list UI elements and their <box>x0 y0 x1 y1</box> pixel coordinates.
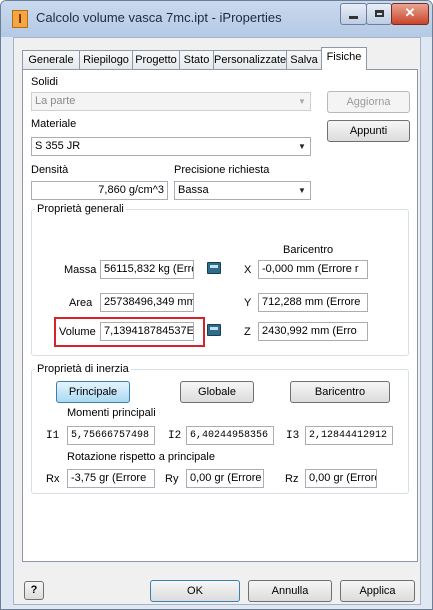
global-button[interactable]: Globale <box>180 381 254 403</box>
update-button[interactable]: Aggiorna <box>327 91 410 113</box>
tab-salva[interactable]: Salva <box>286 50 322 70</box>
volume-label: Volume <box>59 326 96 338</box>
help-button[interactable]: ? <box>24 581 44 600</box>
general-properties-title: Proprietà generali <box>35 203 126 215</box>
i3-label: I3 <box>286 430 300 442</box>
centroid-x-field[interactable]: -0,000 mm (Errore r <box>258 260 368 279</box>
ok-button[interactable]: OK <box>150 580 240 602</box>
solids-value: La parte <box>35 95 76 107</box>
i1-field[interactable]: 5,75666757498 <box>67 426 155 445</box>
i1-label: I1 <box>46 430 60 442</box>
i2-label: I2 <box>168 430 182 442</box>
centroid-label: Baricentro <box>283 244 334 256</box>
chevron-down-icon: ▼ <box>298 97 306 106</box>
chevron-down-icon: ▼ <box>298 142 306 151</box>
tab-fisiche[interactable]: Fisiche <box>321 47 367 70</box>
precision-dropdown[interactable]: Bassa ▼ <box>174 181 311 200</box>
ry-label: Ry <box>165 473 179 485</box>
tab-riepilogo[interactable]: Riepilogo <box>79 50 133 70</box>
app-icon: I <box>12 10 28 28</box>
area-label: Area <box>69 297 93 309</box>
volume-field[interactable]: 7,139418784537E+ <box>100 322 194 341</box>
precision-label: Precisione richiesta <box>174 164 270 176</box>
notes-button[interactable]: Appunti <box>327 120 410 142</box>
inertia-properties-title: Proprietà di inerzia <box>35 363 131 375</box>
tab-generale[interactable]: Generale <box>22 50 80 70</box>
mass-label: Massa <box>64 264 97 276</box>
rx-field[interactable]: -3,75 gr (Errore <box>67 469 155 488</box>
close-button[interactable]: ✕ <box>391 3 429 25</box>
precision-value: Bassa <box>178 184 209 196</box>
minimize-icon <box>349 16 358 19</box>
material-dropdown[interactable]: S 355 JR ▼ <box>31 137 311 156</box>
principal-button[interactable]: Principale <box>56 381 130 403</box>
material-value: S 355 JR <box>35 140 81 152</box>
chevron-down-icon: ▼ <box>298 186 306 195</box>
tab-progetto[interactable]: Progetto <box>132 50 180 70</box>
apply-button[interactable]: Applica <box>340 580 415 602</box>
mass-field[interactable]: 56115,832 kg (Erro <box>100 260 194 279</box>
maximize-icon <box>374 10 384 17</box>
x-label: X <box>244 264 252 276</box>
rz-field[interactable]: 0,00 gr (Errore <box>305 469 377 488</box>
window-title: Calcolo volume vasca 7mc.ipt - iProperti… <box>36 10 282 25</box>
area-field[interactable]: 25738496,349 mm^ <box>100 293 194 312</box>
centroid-z-field[interactable]: 2430,992 mm (Erro <box>258 322 368 341</box>
help-icon: ? <box>30 584 38 596</box>
calculator-icon[interactable] <box>207 262 221 274</box>
tab-stato[interactable]: Stato <box>179 50 214 70</box>
rz-label: Rz <box>285 473 299 485</box>
calculator-icon[interactable] <box>207 324 221 336</box>
density-field[interactable]: 7,860 g/cm^3 <box>31 181 168 200</box>
ry-field[interactable]: 0,00 gr (Errore <box>186 469 264 488</box>
material-label: Materiale <box>31 118 77 130</box>
cancel-button[interactable]: Annulla <box>248 580 332 602</box>
i2-field[interactable]: 6,40244958356 <box>186 426 274 445</box>
centroid-y-field[interactable]: 712,288 mm (Errore <box>258 293 368 312</box>
close-icon: ✕ <box>404 5 416 20</box>
principal-moments-label: Momenti principali <box>67 407 156 419</box>
z-label: Z <box>244 326 251 338</box>
tab-personalizzate[interactable]: Personalizzate <box>213 50 287 70</box>
y-label: Y <box>244 297 252 309</box>
solids-label: Solidi <box>31 76 58 88</box>
maximize-button[interactable] <box>366 3 392 25</box>
i3-field[interactable]: 2,12844412912 <box>305 426 393 445</box>
density-label: Densità <box>31 164 69 176</box>
rx-label: Rx <box>46 473 60 485</box>
rotation-label: Rotazione rispetto a principale <box>67 451 215 463</box>
minimize-button[interactable] <box>340 3 367 25</box>
solids-dropdown[interactable]: La parte ▼ <box>31 92 311 111</box>
centroid-button[interactable]: Baricentro <box>290 381 390 403</box>
